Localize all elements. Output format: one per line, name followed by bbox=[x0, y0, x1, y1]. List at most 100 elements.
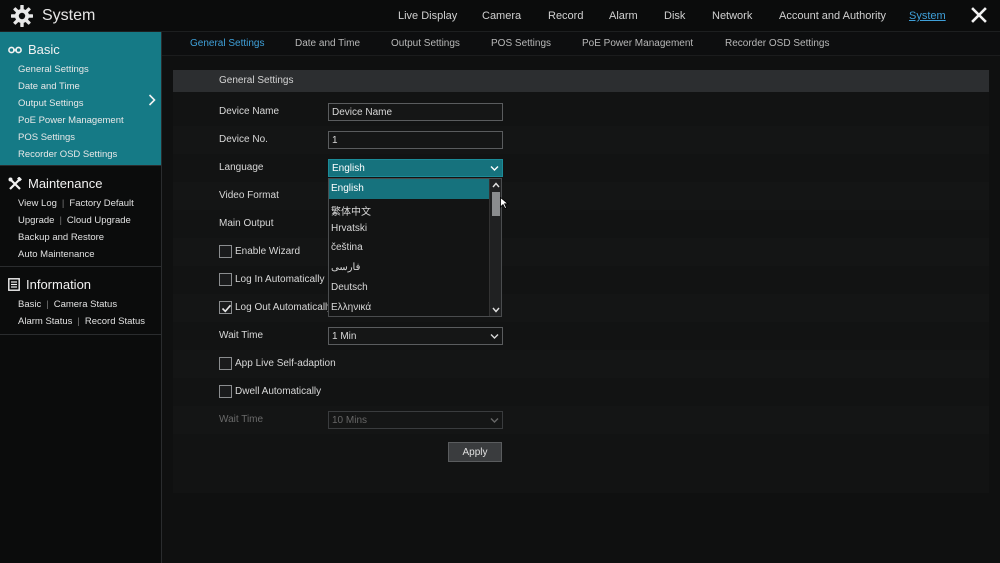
sidebar-item-view-log[interactable]: View Log bbox=[18, 198, 57, 209]
device-name-input[interactable]: Device Name bbox=[328, 103, 503, 121]
sidebar-item-auto-maintenance[interactable]: Auto Maintenance bbox=[18, 249, 95, 260]
tab-pos-settings[interactable]: POS Settings bbox=[491, 38, 551, 49]
device-no-row: Device No. 1 bbox=[173, 126, 989, 154]
divider: | bbox=[59, 215, 62, 226]
sidebar-row: Alarm Status | Record Status bbox=[18, 316, 145, 327]
device-name-row: Device Name Device Name bbox=[173, 98, 989, 126]
close-icon[interactable] bbox=[970, 6, 988, 24]
log-out-auto-row: Log Out Automatically bbox=[173, 294, 989, 322]
language-option-croatian[interactable]: Hrvatski bbox=[329, 219, 490, 239]
system-settings-screen: System Live Display Camera Record Alarm … bbox=[0, 0, 1000, 563]
sidebar-row: Upgrade | Cloud Upgrade bbox=[18, 215, 131, 226]
app-live-row: App Live Self-adaption bbox=[173, 350, 989, 378]
topnav-account-authority[interactable]: Account and Authority bbox=[779, 10, 886, 22]
settings-tabs: General Settings Date and Time Output Se… bbox=[162, 32, 1000, 56]
sidebar-section-information: Information Basic | Camera Status Alarm St… bbox=[0, 267, 161, 335]
app-title: System bbox=[10, 4, 95, 28]
video-format-row: Video Format bbox=[173, 182, 989, 210]
sidebar-item-date-and-time[interactable]: Date and Time bbox=[18, 81, 80, 92]
tab-general-settings[interactable]: General Settings bbox=[190, 38, 265, 49]
enable-wizard-checkbox[interactable] bbox=[219, 245, 232, 258]
sidebar-row: Basic | Camera Status bbox=[18, 299, 117, 310]
log-out-auto-checkbox[interactable] bbox=[219, 301, 232, 314]
sidebar-row: Auto Maintenance bbox=[18, 249, 95, 260]
panel-title: General Settings bbox=[219, 75, 294, 86]
sidebar-item-pos-settings[interactable]: POS Settings bbox=[18, 132, 75, 143]
sidebar-section-maintenance-header[interactable]: Maintenance bbox=[8, 176, 102, 191]
topnav-alarm[interactable]: Alarm bbox=[609, 10, 638, 22]
sidebar-section-maintenance: Maintenance View Log | Factory Default Upg… bbox=[0, 166, 161, 267]
device-name-label: Device Name bbox=[219, 106, 280, 117]
apply-button[interactable]: Apply bbox=[448, 442, 502, 462]
sidebar-section-information-title: Information bbox=[26, 277, 92, 292]
language-option-greek[interactable]: Ελληνικά bbox=[329, 298, 490, 318]
main-output-row: Main Output bbox=[173, 210, 989, 238]
sidebar-item-factory-default[interactable]: Factory Default bbox=[69, 198, 133, 209]
sidebar-row: View Log | Factory Default bbox=[18, 198, 134, 209]
gear-icon bbox=[11, 5, 33, 27]
link-icon bbox=[8, 46, 22, 53]
dwell-auto-checkbox[interactable] bbox=[219, 385, 232, 398]
topnav-camera[interactable]: Camera bbox=[482, 10, 521, 22]
chevron-right-icon[interactable] bbox=[148, 94, 156, 106]
main-output-label: Main Output bbox=[219, 218, 274, 229]
tab-output-settings[interactable]: Output Settings bbox=[391, 38, 460, 49]
topnav-record[interactable]: Record bbox=[548, 10, 583, 22]
wait-time-label: Wait Time bbox=[219, 330, 264, 341]
enable-wizard-row: Enable Wizard bbox=[173, 238, 989, 266]
log-in-auto-row: Log In Automatically bbox=[173, 266, 989, 294]
scroll-down-icon[interactable] bbox=[491, 305, 501, 315]
language-row: Language English bbox=[173, 154, 989, 182]
sidebar-section-maintenance-title: Maintenance bbox=[28, 176, 103, 191]
sidebar-item-output-settings[interactable]: Output Settings bbox=[18, 98, 83, 109]
wait-time-value: 1 Min bbox=[332, 331, 357, 342]
sidebar-item-camera-status[interactable]: Camera Status bbox=[54, 299, 117, 310]
language-option-german[interactable]: Deutsch bbox=[329, 278, 490, 298]
scroll-up-icon[interactable] bbox=[491, 180, 501, 190]
language-select-value: English bbox=[332, 163, 365, 174]
log-in-auto-label: Log In Automatically bbox=[235, 274, 325, 285]
sidebar-section-basic: Basic General Settings Date and Time Out… bbox=[0, 32, 161, 166]
topnav-disk[interactable]: Disk bbox=[664, 10, 685, 22]
sidebar-item-cloud-upgrade[interactable]: Cloud Upgrade bbox=[67, 215, 131, 226]
topnav-live-display[interactable]: Live Display bbox=[398, 10, 457, 22]
dwell-auto-row: Dwell Automatically bbox=[173, 378, 989, 406]
dwell-wait-time-select: 10 Mins bbox=[328, 411, 503, 429]
sidebar-item-general-settings[interactable]: General Settings bbox=[18, 64, 89, 75]
log-in-auto-checkbox[interactable] bbox=[219, 273, 232, 286]
sidebar-item-recorder-osd-settings[interactable]: Recorder OSD Settings bbox=[18, 149, 117, 160]
dwell-wait-time-value: 10 Mins bbox=[332, 415, 368, 426]
chevron-down-icon bbox=[490, 334, 499, 339]
sidebar-item-basic-info[interactable]: Basic bbox=[18, 299, 41, 310]
language-option-traditional-chinese[interactable]: 繁体中文 bbox=[329, 199, 490, 219]
language-option-persian[interactable]: فارسی bbox=[329, 258, 490, 278]
language-option-czech[interactable]: čeština bbox=[329, 238, 490, 258]
tab-poe-power-management[interactable]: PoE Power Management bbox=[582, 38, 693, 49]
device-no-label: Device No. bbox=[219, 134, 268, 145]
wait-time-select[interactable]: 1 Min bbox=[328, 327, 503, 345]
sidebar-item-upgrade[interactable]: Upgrade bbox=[18, 215, 54, 226]
language-option-english[interactable]: English bbox=[329, 179, 490, 199]
app-live-checkbox[interactable] bbox=[219, 357, 232, 370]
divider: | bbox=[46, 299, 49, 310]
topnav-system[interactable]: System bbox=[909, 10, 946, 22]
sidebar-section-basic-title: Basic bbox=[28, 42, 60, 57]
sidebar-item-poe-power-management[interactable]: PoE Power Management bbox=[18, 115, 124, 126]
tab-recorder-osd-settings[interactable]: Recorder OSD Settings bbox=[725, 38, 830, 49]
video-format-label: Video Format bbox=[219, 190, 279, 201]
device-no-input[interactable]: 1 bbox=[328, 131, 503, 149]
app-title-text: System bbox=[42, 7, 96, 24]
top-bar: System Live Display Camera Record Alarm … bbox=[0, 0, 1000, 32]
sidebar-section-basic-header[interactable]: Basic bbox=[8, 42, 60, 57]
sidebar-item-record-status[interactable]: Record Status bbox=[85, 316, 145, 327]
checkmark-icon bbox=[221, 304, 232, 313]
topnav-network[interactable]: Network bbox=[712, 10, 752, 22]
dwell-wait-time-label: Wait Time bbox=[219, 414, 264, 425]
scrollbar-thumb[interactable] bbox=[492, 192, 500, 216]
language-select[interactable]: English bbox=[328, 159, 503, 177]
sidebar-item-backup-restore[interactable]: Backup and Restore bbox=[18, 232, 104, 243]
tab-date-and-time[interactable]: Date and Time bbox=[295, 38, 360, 49]
sidebar-item-alarm-status[interactable]: Alarm Status bbox=[18, 316, 72, 327]
divider: | bbox=[61, 198, 65, 209]
sidebar-section-information-header[interactable]: Information bbox=[8, 277, 91, 292]
